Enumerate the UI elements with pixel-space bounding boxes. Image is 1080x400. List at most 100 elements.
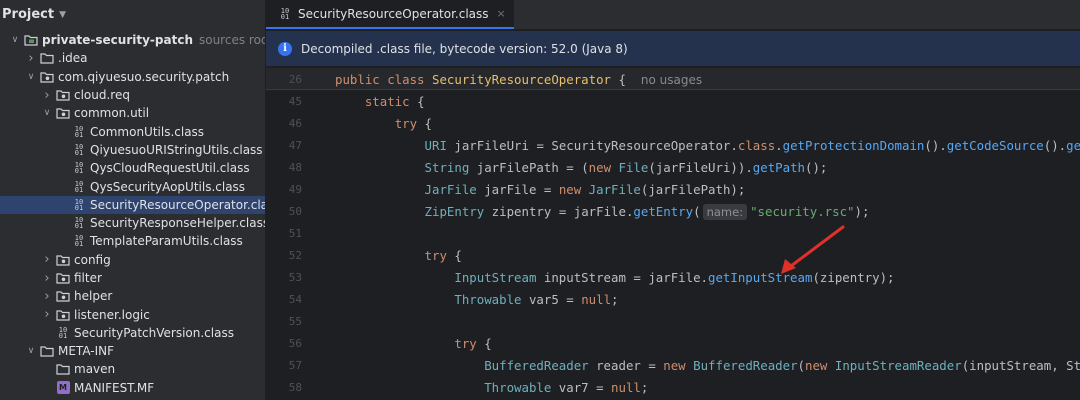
package-folder-icon bbox=[56, 308, 70, 322]
tree-item[interactable]: 10 01 QysSecurityAopUtils.class bbox=[0, 177, 265, 195]
tree-item[interactable]: 10 01 SecurityPatchVersion.class bbox=[0, 324, 265, 342]
code-line: 58 Throwable var7 = null; bbox=[266, 376, 1080, 398]
tree-item-label: SecurityResourceOperator.class bbox=[90, 197, 266, 212]
parameter-hint: name: bbox=[702, 203, 748, 220]
line-number: 52 bbox=[288, 248, 302, 262]
tree-item-label: MANIFEST.MF bbox=[74, 380, 155, 395]
chevron-right-icon[interactable]: › bbox=[26, 51, 36, 66]
code-text: BufferedReader reader = new BufferedRead… bbox=[484, 357, 1080, 373]
code-editor: 10 01 SecurityResourceOperator.class × i … bbox=[266, 0, 1080, 400]
code-line: 48 String jarFilePath = (new File(jarFil… bbox=[266, 156, 1080, 178]
package-folder-icon bbox=[40, 70, 54, 84]
tree-item-label: helper bbox=[74, 289, 113, 304]
tree-item[interactable]: › config bbox=[0, 251, 265, 269]
tree-item-label: QiyuesuoURIStringUtils.class bbox=[90, 142, 263, 157]
chevron-down-icon[interactable]: ▼ bbox=[59, 10, 66, 20]
class-file-icon: 10 01 bbox=[74, 234, 84, 249]
line-number: 26 bbox=[288, 72, 302, 86]
class-file-icon: 10 01 bbox=[74, 216, 84, 231]
chevron-right-icon[interactable]: › bbox=[42, 307, 52, 322]
decompiled-info-banner: i Decompiled .class file, bytecode versi… bbox=[266, 31, 1080, 67]
package-folder-icon bbox=[56, 253, 70, 267]
editor-tab-bar: 10 01 SecurityResourceOperator.class × bbox=[266, 0, 1080, 30]
tree-item[interactable]: 10 01 QysCloudRequestUtil.class bbox=[0, 159, 265, 177]
code-line: 57 BufferedReader reader = new BufferedR… bbox=[266, 354, 1080, 376]
line-number: 56 bbox=[288, 336, 302, 350]
project-panel-title: Project bbox=[2, 7, 55, 22]
chevron-right-icon[interactable]: › bbox=[42, 289, 52, 304]
code-line: 50 ZipEntry zipentry = jarFile.getEntry(… bbox=[266, 200, 1080, 222]
code-line: 52 try { bbox=[266, 244, 1080, 266]
tree-item[interactable]: ∨ META-INF bbox=[0, 342, 265, 360]
close-icon[interactable]: × bbox=[497, 7, 506, 20]
package-folder-icon bbox=[56, 271, 70, 285]
class-file-icon: 10 01 bbox=[74, 142, 84, 157]
chevron-down-icon[interactable]: ∨ bbox=[10, 35, 20, 45]
tree-item[interactable]: maven bbox=[0, 360, 265, 378]
class-file-icon: 10 01 bbox=[58, 325, 68, 340]
tree-item[interactable]: › .idea bbox=[0, 49, 265, 67]
tree-item-label: QysSecurityAopUtils.class bbox=[90, 179, 246, 194]
code-line: 51 bbox=[266, 222, 1080, 244]
tree-item-label: com.qiyuesuo.security.patch bbox=[58, 69, 230, 84]
line-number: 50 bbox=[288, 204, 302, 218]
line-number: 49 bbox=[288, 182, 302, 196]
chevron-right-icon[interactable]: › bbox=[42, 271, 52, 286]
tree-item[interactable]: 10 01 SecurityResponseHelper.class bbox=[0, 214, 265, 232]
chevron-down-icon[interactable]: ∨ bbox=[26, 72, 36, 82]
tree-item[interactable]: ∨ private-security-patch sources root, C:\… bbox=[0, 31, 265, 49]
code-line: 49 JarFile jarFile = new JarFile(jarFile… bbox=[266, 178, 1080, 200]
code-text: Throwable var7 = null; bbox=[484, 379, 649, 395]
code-line: 45 static { bbox=[266, 90, 1080, 112]
code-line: 53 InputStream inputStream = jarFile.get… bbox=[266, 266, 1080, 288]
info-icon: i bbox=[278, 41, 292, 56]
code-line: 54 Throwable var5 = null; bbox=[266, 288, 1080, 310]
tree-item-label: config bbox=[74, 252, 111, 267]
sticky-class-header[interactable]: 26 public class SecurityResourceOperator… bbox=[266, 68, 1080, 90]
tree-item-label: TemplateParamUtils.class bbox=[90, 234, 243, 249]
tree-item[interactable]: M MANIFEST.MF bbox=[0, 379, 265, 397]
code-area[interactable]: 26 public class SecurityResourceOperator… bbox=[266, 68, 1080, 400]
code-text: try { bbox=[424, 247, 462, 263]
line-number: 57 bbox=[288, 358, 302, 372]
code-line: 56 try { bbox=[266, 332, 1080, 354]
tree-item[interactable]: › helper bbox=[0, 287, 265, 305]
chevron-down-icon[interactable]: ∨ bbox=[26, 346, 36, 356]
module-folder-icon bbox=[24, 33, 38, 47]
code-text: Throwable var5 = null; bbox=[454, 291, 619, 307]
tree-item-label: common.util bbox=[74, 106, 150, 121]
tree-item[interactable]: 10 01 CommonUtils.class bbox=[0, 122, 265, 140]
tree-item[interactable]: 10 01 SecurityResourceOperator.class bbox=[0, 195, 266, 214]
tree-item[interactable]: ∨ common.util bbox=[0, 104, 265, 122]
chevron-right-icon[interactable]: › bbox=[42, 252, 52, 267]
tree-item[interactable]: › listener.logic bbox=[0, 305, 265, 323]
tree-item[interactable]: › cloud.req bbox=[0, 86, 265, 104]
tab-label: SecurityResourceOperator.class bbox=[298, 6, 489, 21]
tree-item-label: filter bbox=[74, 271, 102, 285]
chevron-down-icon[interactable]: ∨ bbox=[42, 108, 52, 118]
tree-item[interactable]: ∨ com.qiyuesuo.security.patch bbox=[0, 68, 265, 86]
editor-tab-security-resource-operator[interactable]: 10 01 SecurityResourceOperator.class × bbox=[266, 0, 514, 29]
code-text: static { bbox=[364, 93, 425, 109]
code-text: InputStream inputStream = jarFile.getInp… bbox=[454, 269, 895, 285]
folder-icon bbox=[40, 51, 54, 65]
tree-item-label: private-security-patch bbox=[42, 33, 193, 48]
code-text: try { bbox=[394, 115, 432, 131]
chevron-right-icon[interactable]: › bbox=[42, 88, 52, 103]
code-text: String jarFilePath = (new File(jarFileUr… bbox=[424, 159, 828, 175]
line-number: 51 bbox=[288, 226, 302, 240]
code-text: JarFile jarFile = new JarFile(jarFilePat… bbox=[424, 181, 746, 197]
tree-item[interactable]: › filter bbox=[0, 269, 265, 287]
tree-item-label: QysCloudRequestUtil.class bbox=[90, 161, 250, 176]
code-line: 55 bbox=[266, 310, 1080, 332]
line-number: 55 bbox=[288, 314, 302, 328]
tree-item[interactable]: 10 01 QiyuesuoURIStringUtils.class bbox=[0, 141, 265, 159]
code-line: 46 try { bbox=[266, 112, 1080, 134]
tree-item-label: maven bbox=[74, 362, 116, 377]
line-number: 47 bbox=[288, 138, 302, 152]
tree-item-label: SecurityPatchVersion.class bbox=[74, 325, 234, 340]
package-folder-icon bbox=[56, 106, 70, 120]
project-panel-header[interactable]: Project ▼ bbox=[0, 0, 265, 29]
tree-item[interactable]: 10 01 TemplateParamUtils.class bbox=[0, 232, 265, 250]
line-number: 54 bbox=[288, 292, 302, 306]
